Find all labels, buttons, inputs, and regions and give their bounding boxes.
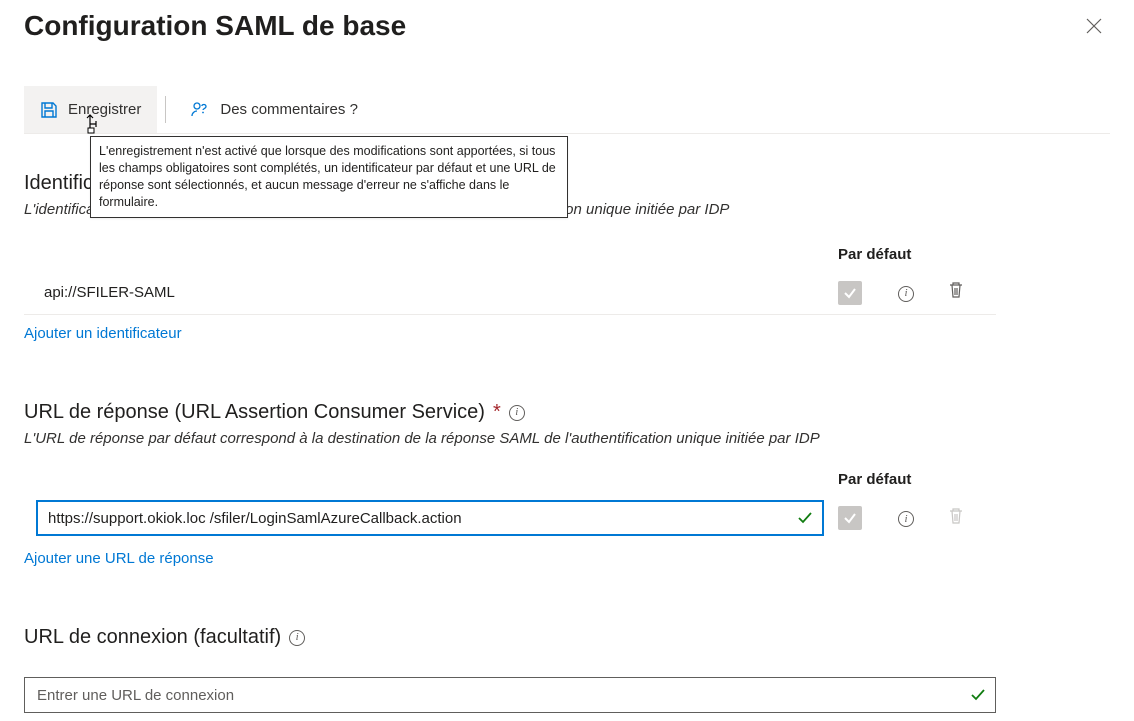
feedback-icon <box>190 100 210 120</box>
default-checkbox[interactable] <box>838 506 862 530</box>
reply-url-row: i <box>24 496 996 540</box>
save-icon <box>40 101 58 119</box>
toolbar: Enregistrer Des commentaires ? <box>24 86 1110 134</box>
signon-url-title: URL de connexion (facultatif) <box>24 626 281 649</box>
signon-url-input[interactable] <box>25 687 969 704</box>
valid-check-icon <box>969 686 995 704</box>
info-icon[interactable]: i <box>898 286 914 302</box>
identifier-row: api://SFILER-SAML i <box>24 271 996 315</box>
delete-button[interactable] <box>948 507 964 525</box>
reply-url-input[interactable] <box>38 510 796 527</box>
save-label: Enregistrer <box>68 101 141 118</box>
default-column-header: Par défaut <box>838 471 996 488</box>
info-icon[interactable]: i <box>509 405 525 421</box>
section-signon-url: URL de connexion (facultatif) i <box>24 626 1110 713</box>
reply-url-input-wrap <box>36 500 824 536</box>
page-title: Configuration SAML de base <box>24 10 406 42</box>
close-icon <box>1086 18 1102 34</box>
required-mark: * <box>493 401 501 424</box>
toolbar-separator <box>165 96 166 123</box>
reply-url-description: L'URL de réponse par défaut correspond à… <box>24 430 1110 447</box>
save-button[interactable]: Enregistrer <box>24 86 157 133</box>
feedback-label: Des commentaires ? <box>220 101 358 118</box>
add-reply-url-link[interactable]: Ajouter une URL de réponse <box>24 550 214 567</box>
info-icon[interactable]: i <box>289 630 305 646</box>
section-reply-url: URL de réponse (URL Assertion Consumer S… <box>24 401 1110 568</box>
delete-button[interactable] <box>948 281 964 299</box>
close-button[interactable] <box>1078 10 1110 42</box>
add-identifier-link[interactable]: Ajouter un identificateur <box>24 325 182 342</box>
reply-url-title: URL de réponse (URL Assertion Consumer S… <box>24 401 485 424</box>
default-column-header: Par défaut <box>838 246 996 263</box>
identifier-value: api://SFILER-SAML <box>24 284 838 301</box>
info-icon[interactable]: i <box>898 511 914 527</box>
valid-check-icon <box>796 509 822 527</box>
signon-url-input-wrap <box>24 677 996 713</box>
feedback-button[interactable]: Des commentaires ? <box>174 86 374 133</box>
save-tooltip: L'enregistrement n'est activé que lorsqu… <box>90 136 568 218</box>
default-checkbox[interactable] <box>838 281 862 305</box>
